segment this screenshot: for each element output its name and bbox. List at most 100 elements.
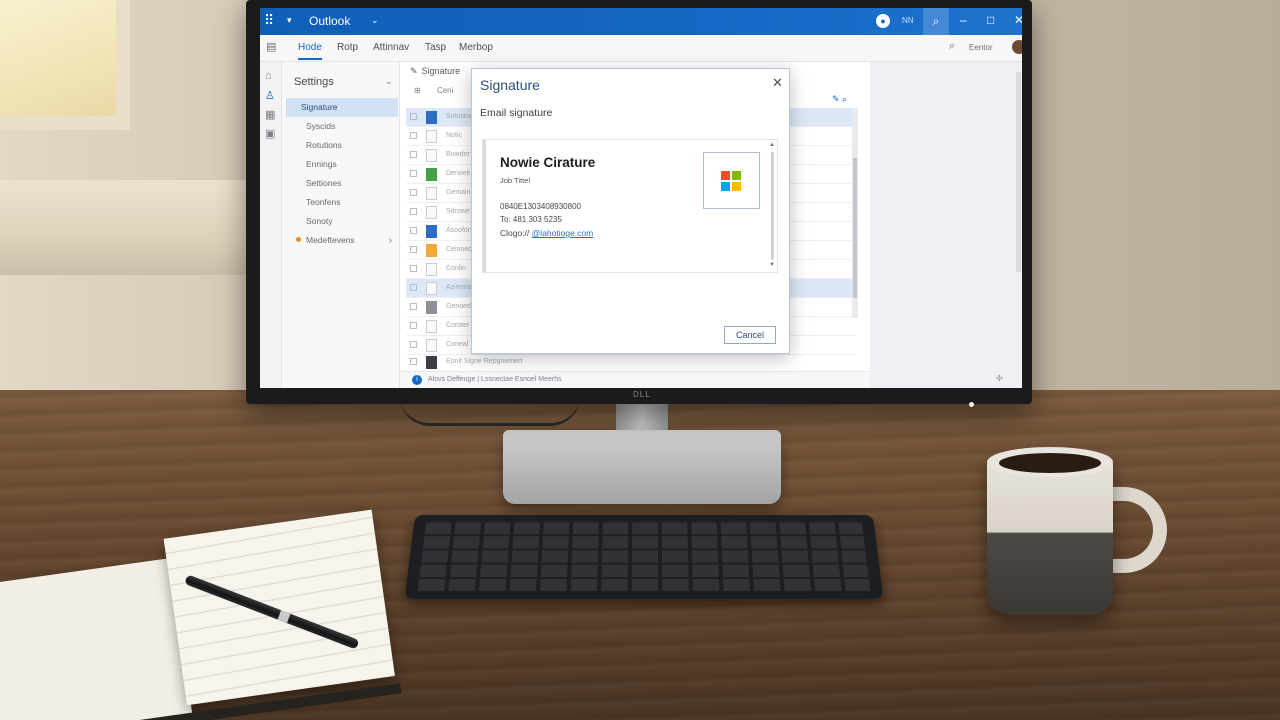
people-icon[interactable]: ♙ <box>265 89 275 102</box>
avatar[interactable] <box>1012 40 1022 54</box>
logo-square-yellow <box>732 182 741 191</box>
tab-home[interactable]: Hode <box>298 42 322 60</box>
settings-item-4[interactable]: Settiones <box>286 174 398 193</box>
row-checkbox[interactable] <box>410 358 417 365</box>
editor-scrollbar[interactable]: ▲ ▼ <box>769 142 776 270</box>
status-text: Alovs Deffeuge | Lssnectae Esnoel Meerhs <box>428 376 562 383</box>
filter-icon[interactable]: ⊞ <box>414 86 421 95</box>
ribbon: ▤ Hode Rotp Attinnav Tasp Merbop ⌕ Eento… <box>260 35 1022 62</box>
company-logo <box>703 152 760 209</box>
notes-icon[interactable]: ▣ <box>265 127 275 140</box>
chevron-down-icon[interactable]: ⌄ <box>385 76 393 87</box>
screen: ⠿ ▾ Outlook ⌄ ● NN ⌕ – □ ✕ ▤ Hode Rotp A… <box>260 8 1022 388</box>
settings-item-5[interactable]: Teonfens <box>286 193 398 212</box>
settings-item-7[interactable]: Medeftevens › <box>286 231 398 250</box>
file-icon <box>426 111 437 124</box>
row-text: Azirmno <box>446 284 472 291</box>
tab-members[interactable]: Merbop <box>459 42 493 53</box>
reading-pane: ✣ <box>870 62 1022 388</box>
left-rail: ⌂ ♙ ▦ ▣ <box>260 62 282 388</box>
settings-item-6[interactable]: Sonoty <box>286 212 398 231</box>
row-text: Conlin <box>446 265 466 272</box>
row-checkbox[interactable] <box>410 170 417 177</box>
list-header-label: Signature <box>421 66 461 76</box>
scroll-up-icon[interactable]: ▲ <box>769 142 775 148</box>
file-icon <box>426 320 437 333</box>
settings-gear-icon[interactable]: ✣ <box>996 374 1003 383</box>
scroll-down-icon[interactable]: ▼ <box>769 262 775 268</box>
settings-panel: Settings ⌄ Signature Syscids Rotutions E… <box>282 62 400 388</box>
calendar-icon[interactable]: ▦ <box>265 108 275 121</box>
signature-dialog: Signature ✕ Email signature Nowie Ciratu… <box>471 68 790 354</box>
file-icon <box>426 301 437 314</box>
row-checkbox[interactable] <box>410 284 417 291</box>
signature-phone: 0840E1303408930800 <box>500 202 581 211</box>
search-icon[interactable]: ⌕ <box>923 8 949 35</box>
row-checkbox[interactable] <box>410 208 417 215</box>
info-icon: i <box>412 375 422 385</box>
row-checkbox[interactable] <box>410 189 417 196</box>
app-launcher-icon[interactable]: ⠿ <box>264 12 274 29</box>
signature-name: Nowie Ciraturе <box>500 155 596 170</box>
tab-tasks[interactable]: Tasp <box>425 42 446 53</box>
tab-report[interactable]: Rotp <box>337 42 358 53</box>
row-text: Denoeit <box>446 170 471 177</box>
row-checkbox[interactable] <box>410 322 417 329</box>
file-icon <box>426 282 437 295</box>
chevron-down-icon[interactable]: ▾ <box>287 15 292 26</box>
file-icon <box>426 225 437 238</box>
compose-icon[interactable]: ✎ <box>410 66 418 76</box>
power-led <box>969 402 974 407</box>
scrollbar-thumb[interactable] <box>853 158 857 298</box>
edit-search-icons[interactable]: ✎ ⌕ <box>832 94 847 105</box>
minimize-icon[interactable]: – <box>960 13 967 27</box>
mug-body <box>987 455 1113 615</box>
close-icon[interactable]: ✕ <box>772 75 783 91</box>
home-icon[interactable]: ⌂ <box>265 70 272 82</box>
dialog-title: Signature <box>480 77 540 93</box>
search-icon[interactable]: ⌕ <box>949 40 955 53</box>
table-row[interactable]: Eonit Signe Repgnemert <box>406 353 856 372</box>
close-icon[interactable]: ✕ <box>1014 13 1022 27</box>
scrollbar-track[interactable] <box>771 152 774 260</box>
row-checkbox[interactable] <box>410 303 417 310</box>
mail-icon[interactable]: ▤ <box>266 40 276 53</box>
app-title: Outlook <box>309 14 351 28</box>
maximize-icon[interactable]: □ <box>987 13 994 27</box>
coffee-mug <box>987 447 1167 617</box>
reading-scrollbar[interactable] <box>1016 72 1021 272</box>
tab-attachments[interactable]: Attinnav <box>373 42 409 53</box>
ribbon-user-label[interactable]: Eentor <box>969 43 993 52</box>
signature-web: Clogo:// @lahotioge.com <box>500 228 593 238</box>
row-checkbox[interactable] <box>410 227 417 234</box>
row-checkbox[interactable] <box>410 265 417 272</box>
row-checkbox[interactable] <box>410 246 417 253</box>
row-text: Asoofors <box>446 227 474 234</box>
row-text: Bowder <box>446 151 470 158</box>
row-checkbox[interactable] <box>410 132 417 139</box>
file-icon <box>426 187 437 200</box>
file-icon <box>426 244 437 257</box>
status-bar: i Alovs Deffeuge | Lssnectae Esnoel Meer… <box>400 371 870 388</box>
chevron-down-icon[interactable]: ⌄ <box>371 15 379 26</box>
row-checkbox[interactable] <box>410 341 417 348</box>
title-bar: ⠿ ▾ Outlook ⌄ ● NN ⌕ – □ ✕ <box>260 8 1022 35</box>
signature-editor[interactable]: Nowie Ciraturе Job Tittel 0840E130340893… <box>482 139 778 273</box>
row-checkbox[interactable] <box>410 151 417 158</box>
settings-item-signature[interactable]: Signature <box>286 98 398 117</box>
file-icon <box>426 149 437 162</box>
row-text: Ceinoed <box>446 246 473 253</box>
row-text: Sotuston <box>446 113 474 120</box>
keyboard-keys <box>417 522 871 591</box>
row-checkbox[interactable] <box>410 113 417 120</box>
settings-item-1[interactable]: Syscids <box>286 117 398 136</box>
cancel-button[interactable]: Cancel <box>724 326 776 344</box>
row-text: Notic <box>446 132 462 139</box>
settings-item-2[interactable]: Rotutions <box>286 136 398 155</box>
signature-link[interactable]: @lahotioge.com <box>532 228 594 238</box>
account-icon[interactable]: ● <box>876 14 890 28</box>
settings-item-3[interactable]: Ennings <box>286 155 398 174</box>
list-header: ✎ Signature <box>410 66 460 77</box>
logo-square-blue <box>721 182 730 191</box>
list-scrollbar[interactable] <box>852 108 858 318</box>
